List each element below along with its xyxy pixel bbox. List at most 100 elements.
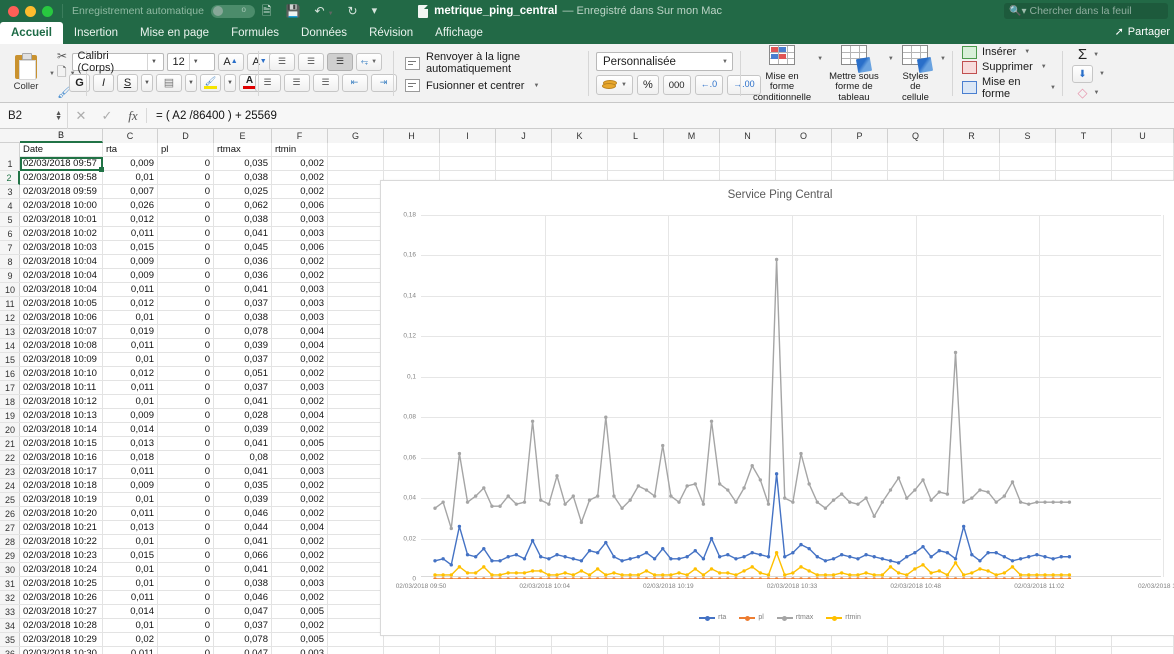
cell-B20[interactable]: 02/03/2018 10:13 — [20, 409, 103, 423]
cell-D29[interactable]: 0 — [158, 535, 214, 549]
cell-E32[interactable]: 0,038 — [214, 577, 272, 591]
cell-F6[interactable]: 0,003 — [272, 213, 328, 227]
cell-H37[interactable] — [384, 647, 440, 654]
undo-icon[interactable]: ↶ ▼ — [315, 5, 334, 17]
cell-U1[interactable] — [1112, 143, 1174, 157]
cell-C26[interactable]: 0,01 — [103, 493, 158, 507]
cell-B6[interactable]: 02/03/2018 10:01 — [20, 213, 103, 227]
cell-G21[interactable] — [328, 423, 384, 437]
cell-N1[interactable] — [720, 143, 776, 157]
column-header-m[interactable]: M — [664, 129, 720, 143]
cell-G7[interactable] — [328, 227, 384, 241]
cell-D28[interactable]: 0 — [158, 521, 214, 535]
wrap-text-button[interactable]: Renvoyer à la ligne automatiquement — [405, 51, 582, 75]
clear-button[interactable]: ◇ ▼ — [1078, 85, 1100, 101]
cell-E33[interactable]: 0,046 — [214, 591, 272, 605]
accept-icon[interactable]: ✓ — [94, 108, 120, 124]
fill-down-button[interactable]: ⬇ ▼ — [1072, 65, 1105, 83]
row-header-17[interactable]: 17 — [0, 381, 20, 395]
column-header-c[interactable]: C — [103, 129, 158, 143]
cell-F5[interactable]: 0,006 — [272, 199, 328, 213]
cell-D23[interactable]: 0 — [158, 451, 214, 465]
row-header-31[interactable]: 31 — [0, 577, 20, 591]
font-size-select[interactable]: 12 ▼ — [166, 52, 215, 71]
cell-O37[interactable] — [776, 647, 832, 654]
cell-G13[interactable] — [328, 311, 384, 325]
cell-D12[interactable]: 0 — [158, 297, 214, 311]
cell-J1[interactable] — [496, 143, 552, 157]
bold-button[interactable]: G — [69, 73, 90, 92]
cell-G28[interactable] — [328, 521, 384, 535]
cell-E1[interactable]: rtmax — [214, 143, 272, 157]
text-orientation-button[interactable]: ⥆ ▼ — [356, 52, 382, 71]
cell-D9[interactable]: 0 — [158, 255, 214, 269]
cell-F11[interactable]: 0,003 — [272, 283, 328, 297]
row-header-15[interactable]: 15 — [0, 353, 20, 367]
cell-G37[interactable] — [328, 647, 384, 654]
cell-E17[interactable]: 0,051 — [214, 367, 272, 381]
cell-B3[interactable]: 02/03/2018 09:58 — [20, 171, 103, 185]
cell-B13[interactable]: 02/03/2018 10:06 — [20, 311, 103, 325]
cell-E3[interactable]: 0,038 — [214, 171, 272, 185]
tab-affichage[interactable]: Affichage — [424, 22, 494, 44]
cell-G19[interactable] — [328, 395, 384, 409]
cell-D5[interactable]: 0 — [158, 199, 214, 213]
cell-P1[interactable] — [832, 143, 888, 157]
tab-revision[interactable]: Révision — [358, 22, 424, 44]
cell-I2[interactable] — [440, 157, 496, 171]
cell-T37[interactable] — [1056, 647, 1112, 654]
cell-F15[interactable]: 0,004 — [272, 339, 328, 353]
cancel-icon[interactable]: ✕ — [68, 108, 94, 124]
cell-Q2[interactable] — [888, 157, 944, 171]
row-header-36[interactable]: 36 — [0, 647, 20, 654]
cell-C28[interactable]: 0,013 — [103, 521, 158, 535]
cell-U2[interactable] — [1112, 157, 1174, 171]
cell-C14[interactable]: 0,019 — [103, 325, 158, 339]
name-box[interactable]: B2 ▲ ▼ — [0, 102, 68, 129]
paste-button[interactable]: Coller — [6, 53, 46, 92]
cell-J2[interactable] — [496, 157, 552, 171]
cell-B31[interactable]: 02/03/2018 10:24 — [20, 563, 103, 577]
cell-D30[interactable]: 0 — [158, 549, 214, 563]
row-header-21[interactable]: 21 — [0, 437, 20, 451]
cell-E37[interactable]: 0,047 — [214, 647, 272, 654]
customize-toolbar-icon[interactable]: ▾ — [372, 5, 378, 17]
row-header-22[interactable]: 22 — [0, 451, 20, 465]
cell-E35[interactable]: 0,037 — [214, 619, 272, 633]
redo-icon[interactable]: ↻ — [348, 5, 358, 17]
cell-I37[interactable] — [440, 647, 496, 654]
cell-G30[interactable] — [328, 549, 384, 563]
cell-G12[interactable] — [328, 297, 384, 311]
cell-B15[interactable]: 02/03/2018 10:08 — [20, 339, 103, 353]
cell-G35[interactable] — [328, 619, 384, 633]
align-left-button[interactable]: ☰ — [254, 73, 281, 92]
cell-E6[interactable]: 0,038 — [214, 213, 272, 227]
cell-B26[interactable]: 02/03/2018 10:19 — [20, 493, 103, 507]
format-as-table-button[interactable]: Mettre sous forme de tableau — [826, 44, 882, 103]
row-header-6[interactable]: 6 — [0, 227, 20, 241]
cell-C5[interactable]: 0,026 — [103, 199, 158, 213]
chart-legend-item-rta[interactable]: rta — [699, 614, 726, 621]
name-box-spinner[interactable]: ▲ ▼ — [55, 110, 62, 122]
cell-F20[interactable]: 0,004 — [272, 409, 328, 423]
cell-F24[interactable]: 0,003 — [272, 465, 328, 479]
cell-T2[interactable] — [1056, 157, 1112, 171]
save-icon[interactable]: 💾 — [286, 5, 301, 17]
cell-C31[interactable]: 0,01 — [103, 563, 158, 577]
cell-F12[interactable]: 0,003 — [272, 297, 328, 311]
cell-G18[interactable] — [328, 381, 384, 395]
cell-G14[interactable] — [328, 325, 384, 339]
cell-E24[interactable]: 0,041 — [214, 465, 272, 479]
cell-C27[interactable]: 0,011 — [103, 507, 158, 521]
cell-D32[interactable]: 0 — [158, 577, 214, 591]
increase-font-size-button[interactable]: A ▲ — [217, 52, 244, 71]
cell-F19[interactable]: 0,002 — [272, 395, 328, 409]
cell-C7[interactable]: 0,011 — [103, 227, 158, 241]
cell-F31[interactable]: 0,002 — [272, 563, 328, 577]
cell-O2[interactable] — [776, 157, 832, 171]
delete-cells-button[interactable]: Supprimer ▼ — [962, 60, 1047, 74]
cell-G31[interactable] — [328, 563, 384, 577]
cell-G32[interactable] — [328, 577, 384, 591]
cell-M2[interactable] — [664, 157, 720, 171]
cell-F27[interactable]: 0,002 — [272, 507, 328, 521]
